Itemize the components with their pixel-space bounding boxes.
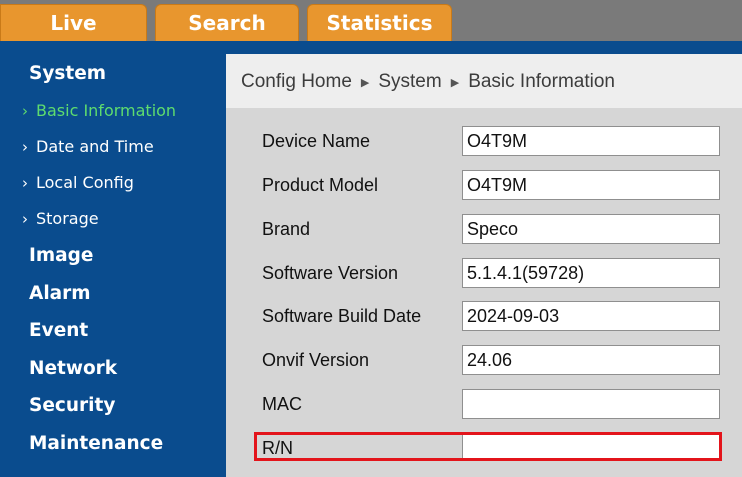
software-build-date-field[interactable] xyxy=(462,301,720,331)
breadcrumb-system[interactable]: System xyxy=(378,71,441,93)
mac-field[interactable] xyxy=(462,389,720,419)
tab-search[interactable]: Search xyxy=(155,4,299,41)
sidebar-item-storage[interactable]: › Storage xyxy=(22,209,99,228)
sidebar-item-basic-information[interactable]: › Basic Information xyxy=(22,101,176,120)
tab-statistics[interactable]: Statistics xyxy=(307,4,452,41)
brand-label: Brand xyxy=(262,219,311,239)
triangle-right-icon: ▶ xyxy=(450,76,460,89)
sidebar-item-label: Local Config xyxy=(36,173,134,192)
sidebar-item-system[interactable]: System xyxy=(29,63,106,84)
tab-strip-divider xyxy=(0,41,742,54)
sidebar-item-maintenance[interactable]: Maintenance xyxy=(29,433,163,454)
sidebar-item-label: Basic Information xyxy=(36,101,177,120)
brand-field[interactable] xyxy=(462,214,720,244)
chevron-right-icon: › xyxy=(22,209,28,228)
sidebar-item-label: Date and Time xyxy=(36,137,154,156)
chevron-right-icon: › xyxy=(22,101,28,120)
breadcrumb-basic-information: Basic Information xyxy=(468,71,615,92)
chevron-right-icon: › xyxy=(22,137,28,156)
breadcrumb: Config Home ▶ System ▶ Basic Information xyxy=(241,71,615,93)
sidebar-item-label: Storage xyxy=(36,209,99,228)
rn-field[interactable] xyxy=(462,433,720,460)
software-build-date-label: Software Build Date xyxy=(262,306,422,326)
sidebar-item-event[interactable]: Event xyxy=(29,320,88,341)
top-nav-bar: Live Search Statistics xyxy=(0,0,742,41)
product-model-field[interactable] xyxy=(462,170,720,200)
software-version-label: Software Version xyxy=(262,263,399,283)
sidebar-item-alarm[interactable]: Alarm xyxy=(29,283,91,304)
product-model-label: Product Model xyxy=(262,175,379,195)
sidebar-item-network[interactable]: Network xyxy=(29,358,117,379)
onvif-version-label: Onvif Version xyxy=(262,350,370,370)
triangle-right-icon: ▶ xyxy=(360,76,370,89)
tab-live[interactable]: Live xyxy=(0,4,147,41)
chevron-right-icon: › xyxy=(22,173,28,192)
rn-label: R/N xyxy=(262,438,293,458)
sidebar-item-security[interactable]: Security xyxy=(29,395,115,416)
sidebar-item-date-and-time[interactable]: › Date and Time xyxy=(22,137,154,156)
breadcrumb-bar: Config Home ▶ System ▶ Basic Information xyxy=(226,54,742,109)
device-name-label: Device Name xyxy=(262,131,371,151)
main-content: Config Home ▶ System ▶ Basic Information… xyxy=(226,54,742,477)
breadcrumb-config-home[interactable]: Config Home xyxy=(241,71,352,93)
mac-label: MAC xyxy=(262,394,302,414)
sidebar-item-local-config[interactable]: › Local Config xyxy=(22,173,134,192)
onvif-version-field[interactable] xyxy=(462,345,720,375)
sidebar: System › Basic Information › Date and Ti… xyxy=(0,54,226,477)
sidebar-item-image[interactable]: Image xyxy=(29,245,93,266)
software-version-field[interactable] xyxy=(462,258,720,288)
device-name-field[interactable] xyxy=(462,126,720,156)
